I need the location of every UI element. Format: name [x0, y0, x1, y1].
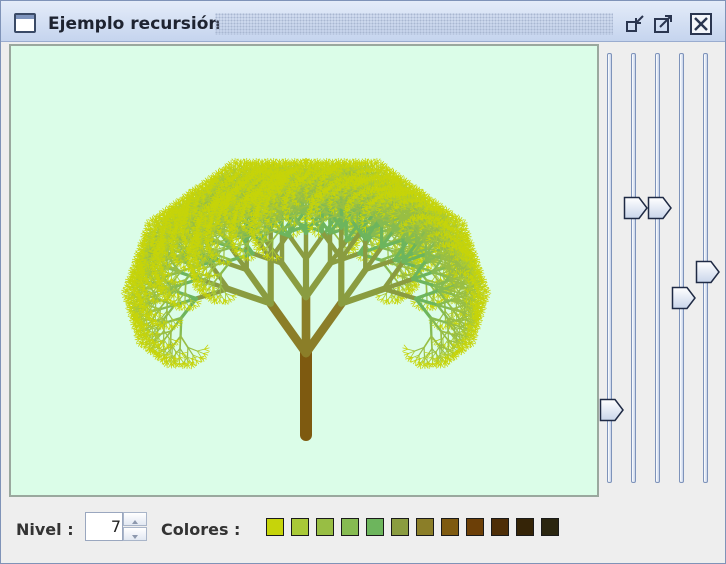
color-swatch[interactable]	[516, 518, 534, 536]
chevron-down-icon	[132, 535, 138, 539]
color-swatch[interactable]	[316, 518, 334, 536]
colores-label: Colores :	[161, 520, 240, 539]
nivel-label: Nivel :	[16, 520, 74, 539]
drawing-canvas	[9, 44, 599, 497]
color-swatch[interactable]	[366, 518, 384, 536]
window-title: Ejemplo recursión	[48, 14, 220, 34]
color-swatch[interactable]	[291, 518, 309, 536]
color-swatch[interactable]	[441, 518, 459, 536]
spin-down-button[interactable]	[123, 527, 147, 541]
color-swatch[interactable]	[266, 518, 284, 536]
iconify-icon	[626, 15, 644, 32]
close-button[interactable]	[690, 13, 712, 35]
color-swatch[interactable]	[391, 518, 409, 536]
slider-3-track[interactable]	[655, 53, 660, 483]
slider-2-track[interactable]	[631, 53, 636, 483]
nivel-input[interactable]	[85, 512, 123, 541]
control-bar: Nivel : Colores :	[1, 501, 725, 563]
spin-up-button[interactable]	[123, 512, 147, 526]
window-icon	[14, 13, 36, 33]
title-bar-grip	[215, 13, 613, 35]
slider-4-thumb[interactable]	[671, 286, 697, 310]
maximize-button[interactable]	[652, 13, 674, 35]
minimize-button[interactable]	[624, 13, 646, 35]
maximize-icon	[654, 15, 672, 33]
nivel-spinner[interactable]	[85, 512, 147, 542]
color-swatch[interactable]	[466, 518, 484, 536]
app-window: Ejemplo recursión Nivel: 7 Colores:	[0, 0, 726, 564]
color-swatch[interactable]	[341, 518, 359, 536]
slider-4-track[interactable]	[679, 53, 684, 483]
slider-3-thumb[interactable]	[647, 196, 673, 220]
title-bar[interactable]: Ejemplo recursión	[1, 1, 725, 42]
color-swatch[interactable]	[491, 518, 509, 536]
color-swatch[interactable]	[541, 518, 559, 536]
slider-2-thumb[interactable]	[623, 196, 649, 220]
slider-5-thumb[interactable]	[695, 260, 721, 284]
fractal-tree	[120, 157, 492, 441]
slider-1-thumb[interactable]	[599, 398, 625, 422]
color-swatch[interactable]	[416, 518, 434, 536]
close-icon	[694, 17, 708, 31]
